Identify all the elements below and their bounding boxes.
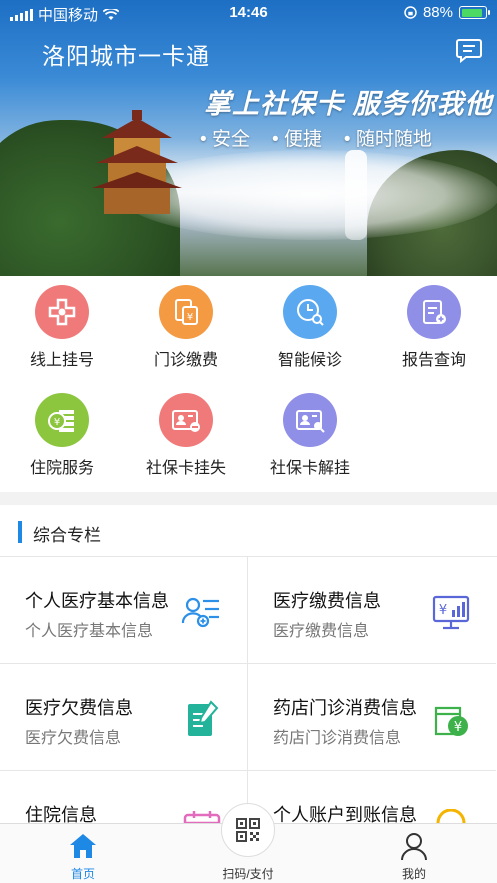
tile-personal-medical-info[interactable]: 个人医疗基本信息 个人医疗基本信息	[0, 557, 248, 664]
service-report-query[interactable]: 报告查询	[372, 285, 496, 370]
section-title: 综合专栏	[33, 526, 101, 545]
qr-code-icon	[236, 818, 260, 842]
section-accent-bar	[18, 521, 22, 543]
tile-inpatient-info[interactable]: 住院信息	[0, 771, 248, 827]
status-bar: 中国移动 14:46 88%	[0, 0, 497, 26]
section-header: 综合专栏	[0, 505, 497, 557]
home-icon	[70, 834, 96, 858]
tile-title: 个人医疗基本信息	[25, 591, 169, 611]
card-minus-icon	[159, 393, 213, 447]
tile-pharmacy-consumption-info[interactable]: 药店门诊消费信息 药店门诊消费信息 ¥	[248, 664, 496, 771]
tab-mine[interactable]: 我的	[364, 824, 464, 883]
service-outpatient-payment[interactable]: ¥ 门诊缴费	[124, 285, 248, 370]
hero-banner[interactable]: 中国移动 14:46 88% 洛阳城市一卡通 掌上社保卡 服务你我他 安全 便捷…	[0, 0, 497, 276]
chat-icon[interactable]	[455, 36, 483, 64]
banner-tag: 便捷	[272, 124, 322, 151]
user-icon	[401, 833, 427, 861]
tile-subtitle: 医疗缴费信息	[273, 623, 370, 640]
wallet-yen-icon: ¥	[434, 706, 468, 736]
app-title: 洛阳城市一卡通	[42, 43, 210, 69]
banner-tags: 安全 便捷 随时随地	[200, 124, 432, 151]
info-tiles: 个人医疗基本信息 个人医疗基本信息 医疗缴费信息 医疗缴费信息 ¥ 医疗欠费信息…	[0, 557, 497, 827]
person-list-icon	[181, 597, 219, 628]
scan-pay-button[interactable]	[221, 803, 275, 857]
coins-icon: ¥	[35, 393, 89, 447]
tab-mine-label: 我的	[401, 867, 426, 881]
service-card-report-loss[interactable]: 社保卡挂失	[124, 393, 248, 478]
tab-home[interactable]: 首页	[33, 824, 133, 883]
clock-search-icon	[283, 285, 337, 339]
battery-icon	[459, 6, 490, 19]
service-online-registration[interactable]: 线上挂号	[0, 285, 124, 370]
service-card-unfreeze[interactable]: 社保卡解挂	[248, 393, 372, 478]
svg-text:¥: ¥	[187, 312, 193, 323]
svg-text:¥: ¥	[454, 720, 462, 735]
tile-title: 医疗欠费信息	[25, 698, 133, 718]
service-smart-queue[interactable]: 智能候诊	[248, 285, 372, 370]
tile-title: 药店门诊消费信息	[273, 698, 417, 718]
tile-subtitle: 个人医疗基本信息	[25, 623, 154, 640]
tile-title: 医疗缴费信息	[273, 591, 381, 611]
tile-subtitle: 医疗欠费信息	[25, 730, 122, 747]
battery-percent: 88%	[422, 4, 453, 21]
banner-headline: 掌上社保卡 服务你我他	[204, 89, 493, 119]
svg-text:¥: ¥	[54, 417, 60, 428]
notepad-pen-icon	[188, 700, 219, 736]
card-search-icon	[283, 393, 337, 447]
yen-monitor-icon: ¥	[432, 595, 470, 630]
services-grid: 线上挂号 ¥ 门诊缴费 智能候诊 报告查询 ¥ 住院服务 社保卡挂失 社保卡解挂	[0, 276, 497, 492]
svg-text:¥: ¥	[439, 603, 447, 618]
report-clipboard-icon	[407, 285, 461, 339]
hospital-cross-icon	[35, 285, 89, 339]
rotation-lock-icon	[404, 6, 417, 19]
tab-scan-label: 扫码/支付	[222, 867, 274, 881]
tile-medical-arrears-info[interactable]: 医疗欠费信息 医疗欠费信息	[0, 664, 248, 771]
tile-subtitle: 药店门诊消费信息	[273, 730, 402, 747]
banner-tag: 随时随地	[344, 124, 432, 151]
banner-tag: 安全	[200, 124, 250, 151]
payment-receipt-icon: ¥	[159, 285, 213, 339]
service-inpatient[interactable]: ¥ 住院服务	[0, 393, 124, 478]
tile-medical-payment-info[interactable]: 医疗缴费信息 医疗缴费信息 ¥	[248, 557, 496, 664]
tab-home-label: 首页	[70, 867, 95, 881]
pagoda-illustration	[92, 110, 182, 214]
banner-waterfall	[345, 150, 367, 240]
tile-personal-account-arrival-info[interactable]: 个人账户到账信息	[248, 771, 496, 827]
